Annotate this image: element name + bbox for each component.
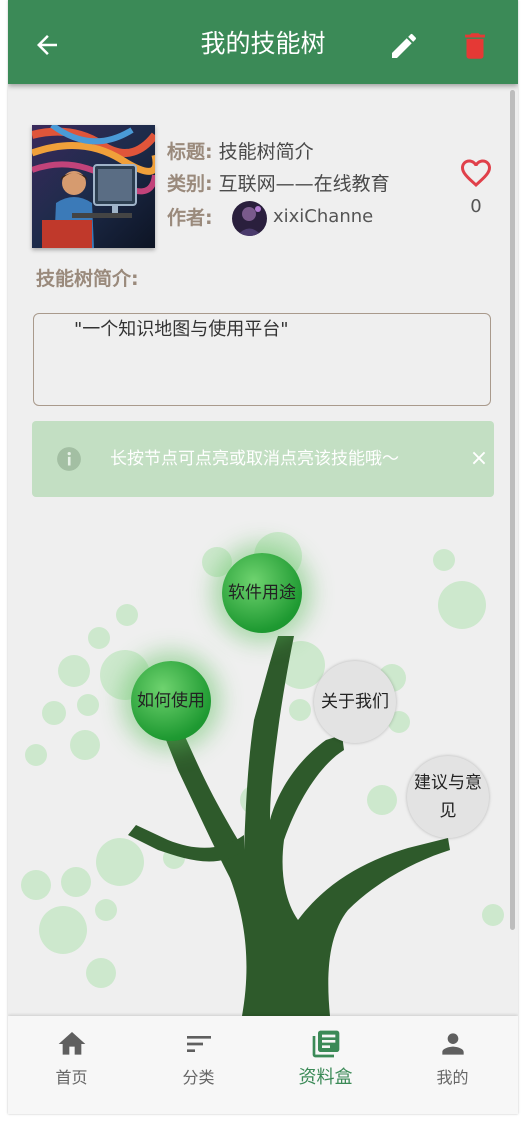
info-icon	[57, 447, 81, 471]
intro-text: "一个知识地图与使用平台"	[74, 319, 289, 340]
nav-mine[interactable]: 我的	[389, 1016, 516, 1114]
person-icon	[442, 1033, 464, 1055]
app-bar: 我的技能树	[8, 0, 518, 84]
nav-library[interactable]: 资料盒	[262, 1016, 389, 1114]
skill-node-label: 关于我们	[321, 692, 389, 712]
author-name[interactable]: xixiChanne	[273, 201, 373, 233]
skill-node-label: 建议与意见	[414, 773, 482, 821]
page-title: 我的技能树	[200, 29, 326, 58]
skill-node-label: 软件用途	[228, 583, 296, 603]
skill-node-label: 如何使用	[137, 691, 205, 711]
title-label: 标题:	[167, 141, 213, 163]
nav-category[interactable]: 分类	[135, 1016, 262, 1114]
bottom-nav: 首页 分类 资料盒 我的	[8, 1016, 518, 1114]
category-label: 类别:	[167, 173, 213, 195]
home-icon	[58, 1032, 86, 1055]
avatar[interactable]	[232, 201, 267, 236]
like-count: 0	[470, 196, 482, 217]
category-value: 互联网——在线教育	[218, 173, 390, 195]
skill-node[interactable]: 关于我们	[314, 661, 396, 743]
cover-image	[32, 125, 155, 248]
skill-node[interactable]: 软件用途	[222, 553, 302, 633]
author-row: 作者:	[167, 202, 213, 234]
tip-banner: 长按节点可点亮或取消点亮该技能哦～ ×	[32, 421, 494, 497]
skill-node[interactable]: 如何使用	[131, 661, 211, 741]
category-row: 类别: 互联网——在线教育	[167, 168, 390, 200]
nav-label: 资料盒	[298, 1067, 353, 1088]
title-row: 标题: 技能树简介	[167, 136, 314, 168]
heart-icon[interactable]	[457, 155, 495, 191]
author-label: 作者:	[167, 207, 213, 229]
trash-icon[interactable]	[458, 28, 492, 64]
library-books-icon	[312, 1030, 340, 1058]
sort-icon	[187, 1036, 211, 1052]
nav-label: 首页	[55, 1068, 88, 1087]
nav-label: 分类	[182, 1068, 215, 1087]
phone-screen: 我的技能树 标题: 技能树简介 类别: 互联网——在线教育 作者: xixiCh…	[8, 0, 518, 1114]
pencil-icon[interactable]	[388, 30, 420, 62]
skill-node[interactable]: 建议与意见	[407, 756, 489, 838]
intro-textbox[interactable]: "一个知识地图与使用平台"	[33, 313, 491, 406]
title-value: 技能树简介	[218, 141, 314, 163]
nav-label: 我的	[436, 1068, 469, 1087]
nav-home[interactable]: 首页	[8, 1016, 135, 1114]
close-icon[interactable]: ×	[468, 447, 490, 471]
intro-label: 技能树简介:	[36, 268, 139, 290]
tip-text: 长按节点可点亮或取消点亮该技能哦～	[110, 449, 399, 469]
